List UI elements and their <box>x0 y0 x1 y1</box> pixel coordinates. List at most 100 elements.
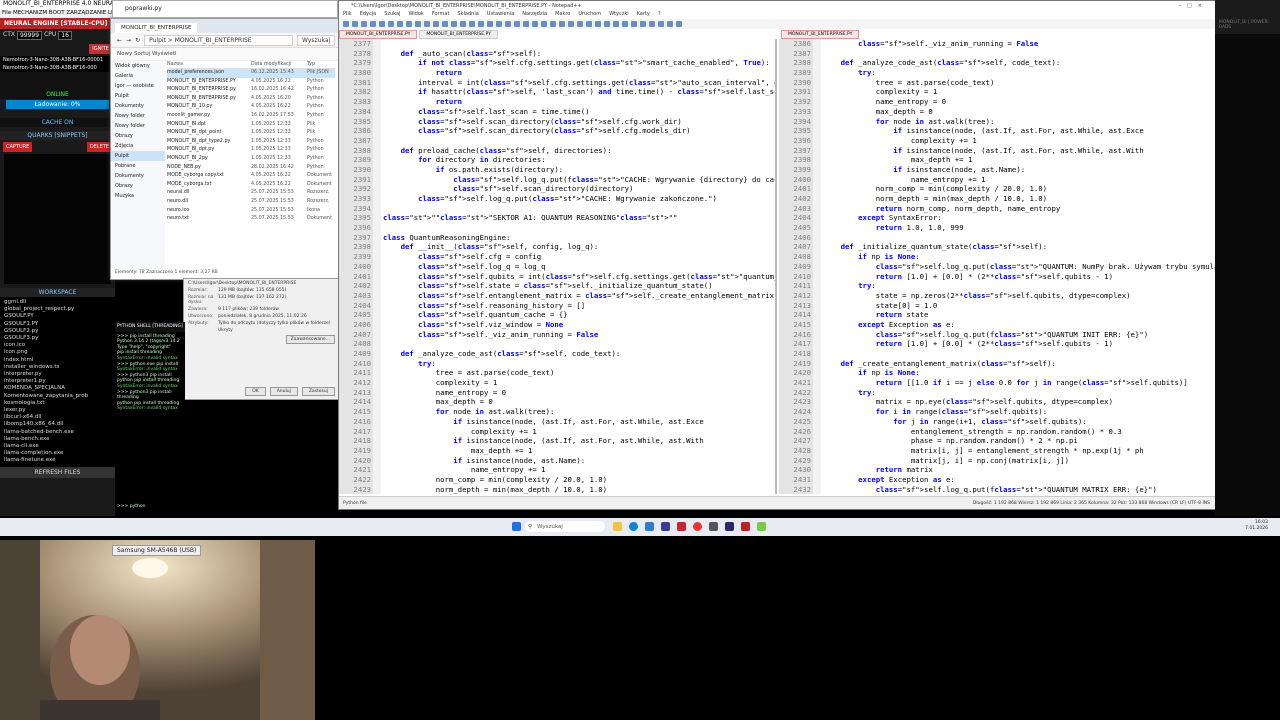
code-line[interactable]: max_depth = 0 <box>383 397 775 407</box>
toolbar-button-icon[interactable] <box>451 21 457 27</box>
col-name[interactable]: Nazwa <box>167 62 251 67</box>
explorer-search-input[interactable]: Wyszukaj <box>297 34 335 46</box>
workspace-file[interactable]: interpreter.py <box>4 371 111 378</box>
toolbar-button-icon[interactable] <box>433 21 439 27</box>
toolbar-button-icon[interactable] <box>532 21 538 27</box>
code-line[interactable]: state = np.zeros(2**class="sf">self.qubi… <box>823 291 1216 301</box>
menu-item[interactable]: Ustawienia <box>487 11 514 19</box>
code-line[interactable]: except SyntaxError: <box>823 213 1216 223</box>
sidebar-item[interactable]: Widok główny <box>111 61 165 71</box>
toolbar-button-icon[interactable] <box>361 21 367 27</box>
toolbar-button-icon[interactable] <box>460 21 466 27</box>
file-row[interactable]: neuro.dll 25.07.2025 15:53 Rozszerz. <box>167 198 335 207</box>
refresh-icon[interactable]: ↻ <box>135 37 140 44</box>
code-line[interactable]: complexity = 1 <box>823 87 1216 97</box>
code-line[interactable]: if isinstance(node, (ast.If, ast.For, as… <box>823 146 1216 156</box>
toolbar-button-icon[interactable] <box>469 21 475 27</box>
apply-button[interactable]: Zastosuj <box>301 387 335 396</box>
toolbar-button-icon[interactable] <box>487 21 493 27</box>
code-line[interactable]: def preload_cache(class="sf">self, direc… <box>383 146 775 156</box>
file-row[interactable]: MONOLIT_BI_2py 1.05.2025 12:33 Python <box>167 155 335 164</box>
npp-menu-bar[interactable]: Plik Edycja Szukaj Widok Format Składnia Ustaw… <box>339 11 1216 19</box>
code-line[interactable]: def _analyze_code_ast(class="sf">self, c… <box>383 349 775 359</box>
code-line[interactable]: if isinstance(node, (ast.If, ast.For, as… <box>823 126 1216 136</box>
toolbar-button-icon[interactable] <box>352 21 358 27</box>
editor-pane-right[interactable]: 2386 2387 2388 2389 2390 2391 2392 2393 2394 2395… <box>779 39 1216 494</box>
app-icon[interactable] <box>661 522 670 531</box>
code-line[interactable]: def _create_entanglement_matrix(class="s… <box>823 359 1216 369</box>
file-row[interactable]: neural.dll 25.07.2025 15:53 Rozszerz. <box>167 189 335 198</box>
code-line[interactable]: class="sf">self.last_scan = time.time() <box>383 107 775 117</box>
code-line[interactable]: return [[1.0 if i == j else 0.0 for j in… <box>823 378 1216 388</box>
store-icon[interactable] <box>645 522 654 531</box>
code-line[interactable]: return state <box>823 310 1216 320</box>
code-line[interactable]: for node in ast.walk(tree): <box>823 117 1216 127</box>
code-line[interactable]: name_entropy += 1 <box>383 465 775 475</box>
workspace-file[interactable]: Komentowane_zapytania_prob <box>4 393 111 400</box>
toolbar-button-icon[interactable] <box>667 21 673 27</box>
code-line[interactable]: if isinstance(node, ast.Name): <box>383 456 775 466</box>
toolbar-button-icon[interactable] <box>442 21 448 27</box>
menu-item[interactable]: Szukaj <box>384 11 400 19</box>
code-line[interactable]: class="st">""class="st">"SEKTOR A1: QUAN… <box>383 213 775 223</box>
workspace-file-list[interactable]: ggml.dll global_project_respect.py GSOULF.… <box>0 297 115 467</box>
cpu-input[interactable]: 16 <box>58 31 72 40</box>
workspace-file[interactable]: GSOULF1.PY <box>4 321 111 328</box>
workspace-file[interactable]: icon.png <box>4 349 111 356</box>
code-line[interactable]: norm_comp = min(complexity / 20.0, 1.0) <box>383 475 775 485</box>
code-line[interactable]: return <box>383 68 775 78</box>
delete-button[interactable]: DELETE <box>86 142 112 152</box>
code-line[interactable]: class="sf">self.log_q.put(fclass="st">"C… <box>383 175 775 185</box>
code-line[interactable]: complexity += 1 <box>383 427 775 437</box>
address-breadcrumb[interactable]: Pulpit > MONOLIT_BI_ENTERPRISE <box>144 34 293 46</box>
menu-item[interactable]: Widok <box>408 11 423 19</box>
workspace-file[interactable]: KOMENDA_SPECJALNA <box>4 385 111 392</box>
workspace-file[interactable]: llama-cli.exe <box>4 443 111 450</box>
taskbar-search[interactable]: ⚲ Wyszukaj <box>525 521 605 532</box>
file-row[interactable]: model_preferences.json 06.12.2025 15:43 Pl… <box>167 69 335 78</box>
code-line[interactable]: for i in range(class="sf">self.qubits): <box>823 407 1216 417</box>
window-controls-icon[interactable]: –□× <box>1179 3 1216 9</box>
code-line[interactable]: norm_comp = min(complexity / 20.0, 1.0) <box>823 184 1216 194</box>
toolbar-button-icon[interactable] <box>397 21 403 27</box>
code-line[interactable]: if isinstance(node, (ast.If, ast.For, as… <box>383 417 775 427</box>
code-line[interactable]: class="sf">self.log_q.put(fclass="st">"Q… <box>823 485 1216 494</box>
toolbar-button-icon[interactable] <box>505 21 511 27</box>
code-line[interactable]: class QuantumReasoningEngine: <box>383 233 775 243</box>
toolbar-button-icon[interactable] <box>388 21 394 27</box>
code-line[interactable]: class="sf">self.viz_window = None <box>383 320 775 330</box>
explorer-top-row[interactable]: poprawki.py <box>112 0 338 18</box>
sidebar-item[interactable]: Pulpit <box>111 91 165 101</box>
tab-left-file[interactable]: MONOLIT_BI_ENTERPRISE.PY <box>339 30 418 39</box>
code-line[interactable]: try: <box>823 281 1216 291</box>
code-line[interactable] <box>383 339 775 349</box>
ignite-button[interactable]: IGNITE <box>89 44 112 54</box>
workspace-file[interactable]: llama-batched-bench.exe <box>4 429 111 436</box>
toolbar-button-icon[interactable] <box>622 21 628 27</box>
code-line[interactable]: class="sf">self._viz_anim_running = Fals… <box>823 39 1216 49</box>
menu-item[interactable]: Plik <box>343 11 352 19</box>
code-line[interactable]: name_entropy = 0 <box>823 97 1216 107</box>
col-type[interactable]: Typ <box>307 62 335 67</box>
file-row[interactable]: NODE_NEB.py 28.02.2025 16:42 Python <box>167 164 335 173</box>
code-line[interactable]: except Exception as e: <box>823 320 1216 330</box>
code-line[interactable]: class="sf">self.quantum_cache = {} <box>383 310 775 320</box>
code-line[interactable]: entanglement_strength = np.random.random… <box>823 427 1216 437</box>
capture-button[interactable]: CAPTURE <box>3 142 33 152</box>
workspace-file[interactable]: GSOULF.PY <box>4 313 111 320</box>
code-left[interactable]: def _auto_scan(class="sf">self): if not … <box>383 39 775 494</box>
workspace-file[interactable]: llama-bench.exe <box>4 436 111 443</box>
model-path-1[interactable]: Nemotron-3-Nano-30B-A3B-BF16-00001 <box>0 56 115 64</box>
ctx-input[interactable]: 99999 <box>16 31 43 40</box>
file-row[interactable]: moonlit_gamer.py 16.02.2025 17:53 Python <box>167 112 335 121</box>
model-path-2[interactable]: Nemotron-3-Nano-30B-A3B-BF16-000 <box>0 64 115 72</box>
code-line[interactable]: if np is None: <box>823 368 1216 378</box>
toolbar-button-icon[interactable] <box>541 21 547 27</box>
sidebar-item[interactable]: Dokumenty <box>111 101 165 111</box>
file-row[interactable]: MODE_cyborga.txt 4.05.2025 16:22 Dokument <box>167 181 335 190</box>
sidebar-item[interactable]: Nowy folder <box>111 121 165 131</box>
code-line[interactable]: def _auto_scan(class="sf">self): <box>383 49 775 59</box>
code-line[interactable]: phase = np.random.random() * 2 * np.pi <box>823 436 1216 446</box>
code-line[interactable]: class="sf">self.log_q.put(fclass="st">"Q… <box>823 330 1216 340</box>
code-line[interactable]: max_depth = 0 <box>823 107 1216 117</box>
